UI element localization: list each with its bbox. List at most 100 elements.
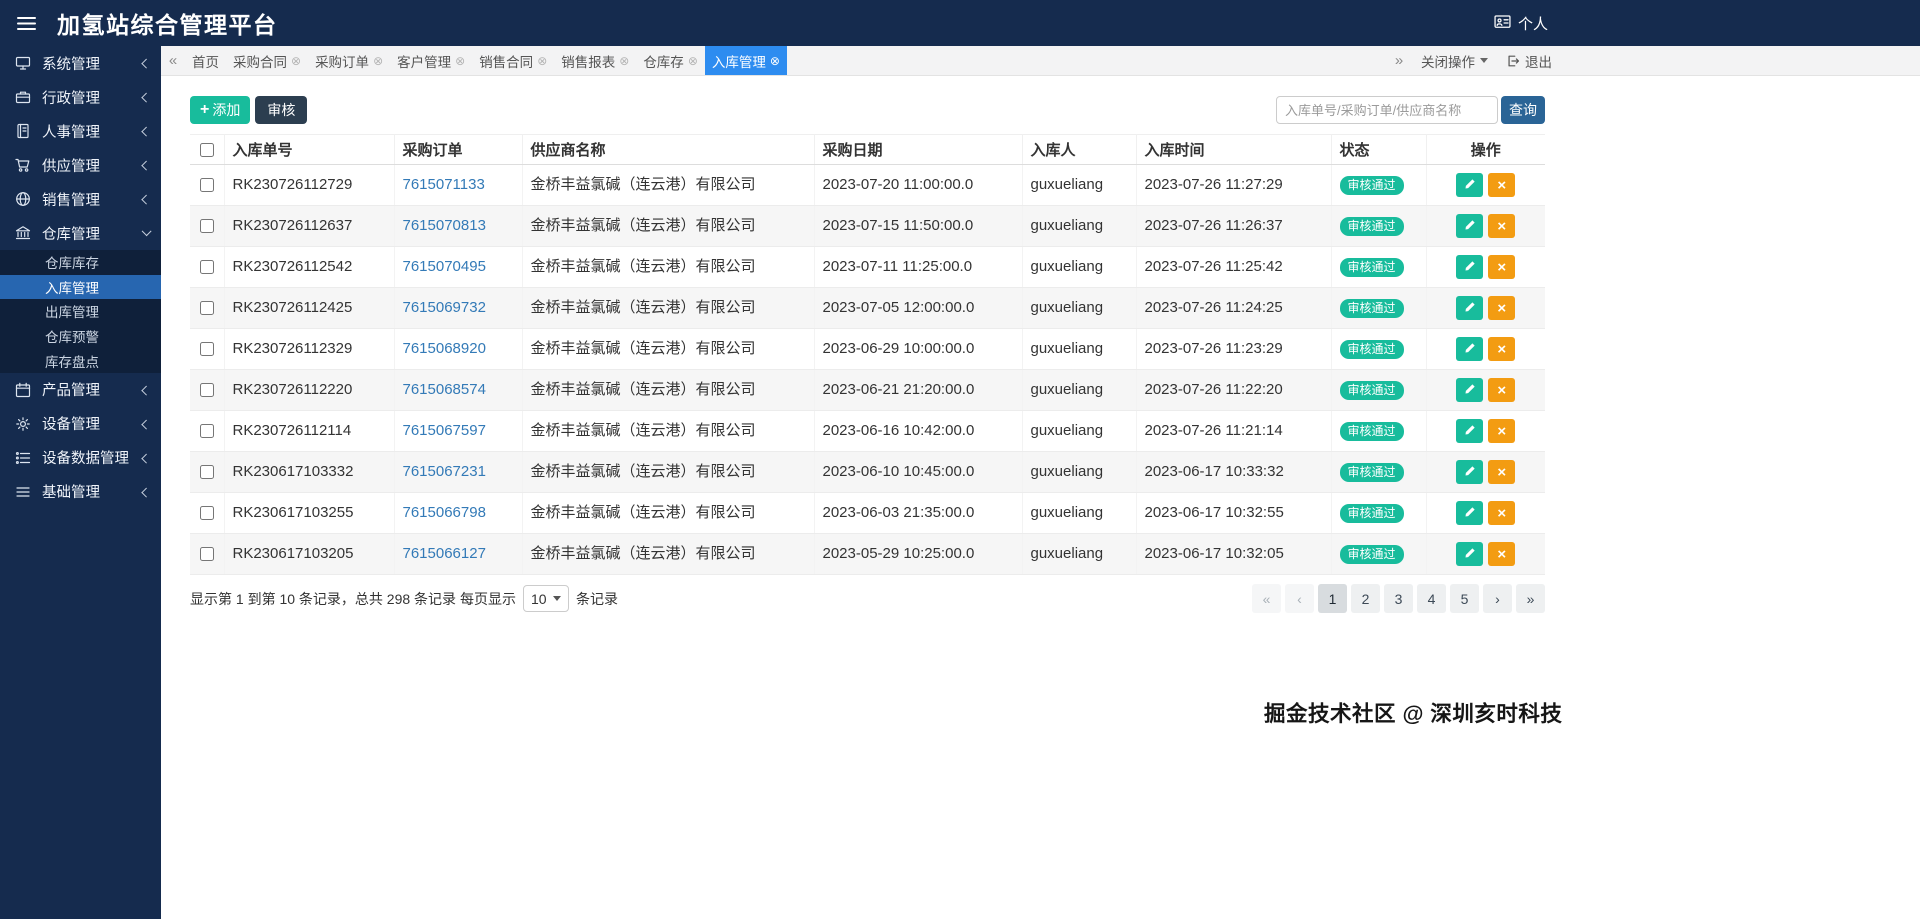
sidebar-item-销售管理[interactable]: 销售管理 xyxy=(0,182,161,216)
order-link[interactable]: 7615066798 xyxy=(403,504,486,521)
order-link[interactable]: 7615070495 xyxy=(403,258,486,275)
user-menu[interactable]: 个人 xyxy=(1494,13,1548,34)
close-operations-dropdown[interactable]: 关闭操作 xyxy=(1411,46,1498,75)
sidebar-item-系统管理[interactable]: 系统管理 xyxy=(0,46,161,80)
edit-button[interactable] xyxy=(1456,173,1484,197)
tab-close-icon[interactable]: ⊗ xyxy=(688,55,698,67)
edit-button[interactable] xyxy=(1456,214,1484,238)
cell-select xyxy=(190,328,225,370)
row-checkbox[interactable] xyxy=(199,424,214,439)
tab-销售合同[interactable]: 销售合同 ⊗ xyxy=(472,46,554,75)
pagination-last-button[interactable]: » xyxy=(1516,584,1545,613)
pagination-prev-button[interactable]: ‹ xyxy=(1285,584,1314,613)
sidebar-item-设备管理[interactable]: 设备管理 xyxy=(0,407,161,441)
row-checkbox[interactable] xyxy=(199,547,214,562)
tab-仓库存[interactable]: 仓库存 ⊗ xyxy=(636,46,705,75)
delete-button[interactable]: × xyxy=(1488,542,1516,566)
order-link[interactable]: 7615066127 xyxy=(403,545,486,562)
page-size-select[interactable]: 10 xyxy=(522,585,569,612)
tab-首页[interactable]: 首页 xyxy=(185,46,226,75)
edit-button[interactable] xyxy=(1456,501,1484,525)
sidebar-item-供应管理[interactable]: 供应管理 xyxy=(0,148,161,182)
row-checkbox[interactable] xyxy=(199,301,214,316)
sidebar-subitem-入库管理[interactable]: 入库管理 xyxy=(0,274,161,300)
tab-label: 客户管理 xyxy=(397,54,452,70)
status-badge: 审核通过 xyxy=(1339,503,1404,523)
tab-采购订单[interactable]: 采购订单 ⊗ xyxy=(308,46,390,75)
pagination-next-button[interactable]: › xyxy=(1483,584,1512,613)
tabs-scroll-left-button[interactable]: « xyxy=(161,46,185,75)
delete-button[interactable]: × xyxy=(1488,214,1516,238)
sidebar-subitem-仓库库存[interactable]: 仓库库存 xyxy=(0,250,161,275)
tab-客户管理[interactable]: 客户管理 ⊗ xyxy=(390,46,472,75)
pagination-page-2-button[interactable]: 2 xyxy=(1351,584,1380,613)
hamburger-menu-icon[interactable] xyxy=(17,16,36,31)
pagination-first-button[interactable]: « xyxy=(1252,584,1281,613)
order-link[interactable]: 7615070813 xyxy=(403,217,486,234)
edit-button[interactable] xyxy=(1456,337,1484,361)
row-checkbox[interactable] xyxy=(199,178,214,193)
tab-close-icon[interactable]: ⊗ xyxy=(373,55,383,67)
edit-button[interactable] xyxy=(1456,378,1484,402)
order-link[interactable]: 7615068920 xyxy=(403,340,486,357)
tab-入库管理[interactable]: 入库管理 ⊗ xyxy=(704,46,787,75)
query-button[interactable]: 查询 xyxy=(1501,96,1545,124)
row-checkbox[interactable] xyxy=(199,506,214,521)
order-link[interactable]: 7615068574 xyxy=(403,381,486,398)
row-checkbox[interactable] xyxy=(199,219,214,234)
tab-close-icon[interactable]: ⊗ xyxy=(455,55,465,67)
logout-button[interactable]: 退出 xyxy=(1498,46,1560,75)
order-link[interactable]: 7615071133 xyxy=(403,176,485,193)
edit-button[interactable] xyxy=(1456,460,1484,484)
pagination-page-5-button[interactable]: 5 xyxy=(1450,584,1479,613)
tab-close-icon[interactable]: ⊗ xyxy=(619,55,629,67)
tab-label: 销售合同 xyxy=(479,54,534,70)
sidebar-item-仓库管理[interactable]: 仓库管理 xyxy=(0,216,161,250)
row-checkbox[interactable] xyxy=(199,383,214,398)
delete-button[interactable]: × xyxy=(1488,337,1516,361)
tab-close-icon[interactable]: ⊗ xyxy=(537,55,547,67)
order-link[interactable]: 7615067231 xyxy=(403,463,486,480)
delete-button[interactable]: × xyxy=(1488,378,1516,402)
edit-button[interactable] xyxy=(1456,419,1484,443)
delete-button[interactable]: × xyxy=(1488,173,1516,197)
sidebar-item-人事管理[interactable]: 人事管理 xyxy=(0,114,161,148)
delete-button[interactable]: × xyxy=(1488,460,1516,484)
chevron-left-icon xyxy=(141,194,151,204)
delete-button[interactable]: × xyxy=(1488,501,1516,525)
add-button[interactable]: + 添加 xyxy=(190,96,251,124)
edit-button[interactable] xyxy=(1456,296,1484,320)
select-all-checkbox[interactable] xyxy=(199,143,214,158)
bank-icon xyxy=(15,225,33,241)
order-link[interactable]: 7615069732 xyxy=(403,299,486,316)
tab-close-icon[interactable]: ⊗ xyxy=(291,55,301,67)
tab-销售报表[interactable]: 销售报表 ⊗ xyxy=(554,46,636,75)
cell-supplier: 金桥丰益氯碱（连云港）有限公司 xyxy=(522,287,815,329)
sidebar-item-产品管理[interactable]: 产品管理 xyxy=(0,373,161,407)
audit-button[interactable]: 审核 xyxy=(255,96,308,124)
tab-close-icon[interactable]: ⊗ xyxy=(770,55,780,67)
pagination-page-4-button[interactable]: 4 xyxy=(1417,584,1446,613)
edit-button[interactable] xyxy=(1456,542,1484,566)
tabs-scroll-right-button[interactable]: » xyxy=(1387,52,1411,69)
delete-button[interactable]: × xyxy=(1488,296,1516,320)
pagination-page-1-button[interactable]: 1 xyxy=(1318,584,1347,613)
edit-button[interactable] xyxy=(1456,255,1484,279)
sidebar-subitem-库存盘点[interactable]: 库存盘点 xyxy=(0,348,161,373)
row-checkbox[interactable] xyxy=(199,342,214,357)
search-input[interactable] xyxy=(1276,96,1498,124)
pagination-page-3-button[interactable]: 3 xyxy=(1384,584,1413,613)
sidebar-subitem-出库管理[interactable]: 出库管理 xyxy=(0,299,161,324)
sidebar-item-基础管理[interactable]: 基础管理 xyxy=(0,475,161,509)
sidebar-subitem-仓库预警[interactable]: 仓库预警 xyxy=(0,324,161,349)
tab-采购合同[interactable]: 采购合同 ⊗ xyxy=(226,46,308,75)
sidebar-item-设备数据管理[interactable]: 设备数据管理 xyxy=(0,441,161,475)
sidebar-item-行政管理[interactable]: 行政管理 xyxy=(0,80,161,114)
status-badge: 审核通过 xyxy=(1339,544,1404,564)
order-link[interactable]: 7615067597 xyxy=(403,422,486,439)
row-checkbox[interactable] xyxy=(199,465,214,480)
row-checkbox[interactable] xyxy=(199,260,214,275)
calendar-icon xyxy=(15,382,33,398)
delete-button[interactable]: × xyxy=(1488,419,1516,443)
delete-button[interactable]: × xyxy=(1488,255,1516,279)
